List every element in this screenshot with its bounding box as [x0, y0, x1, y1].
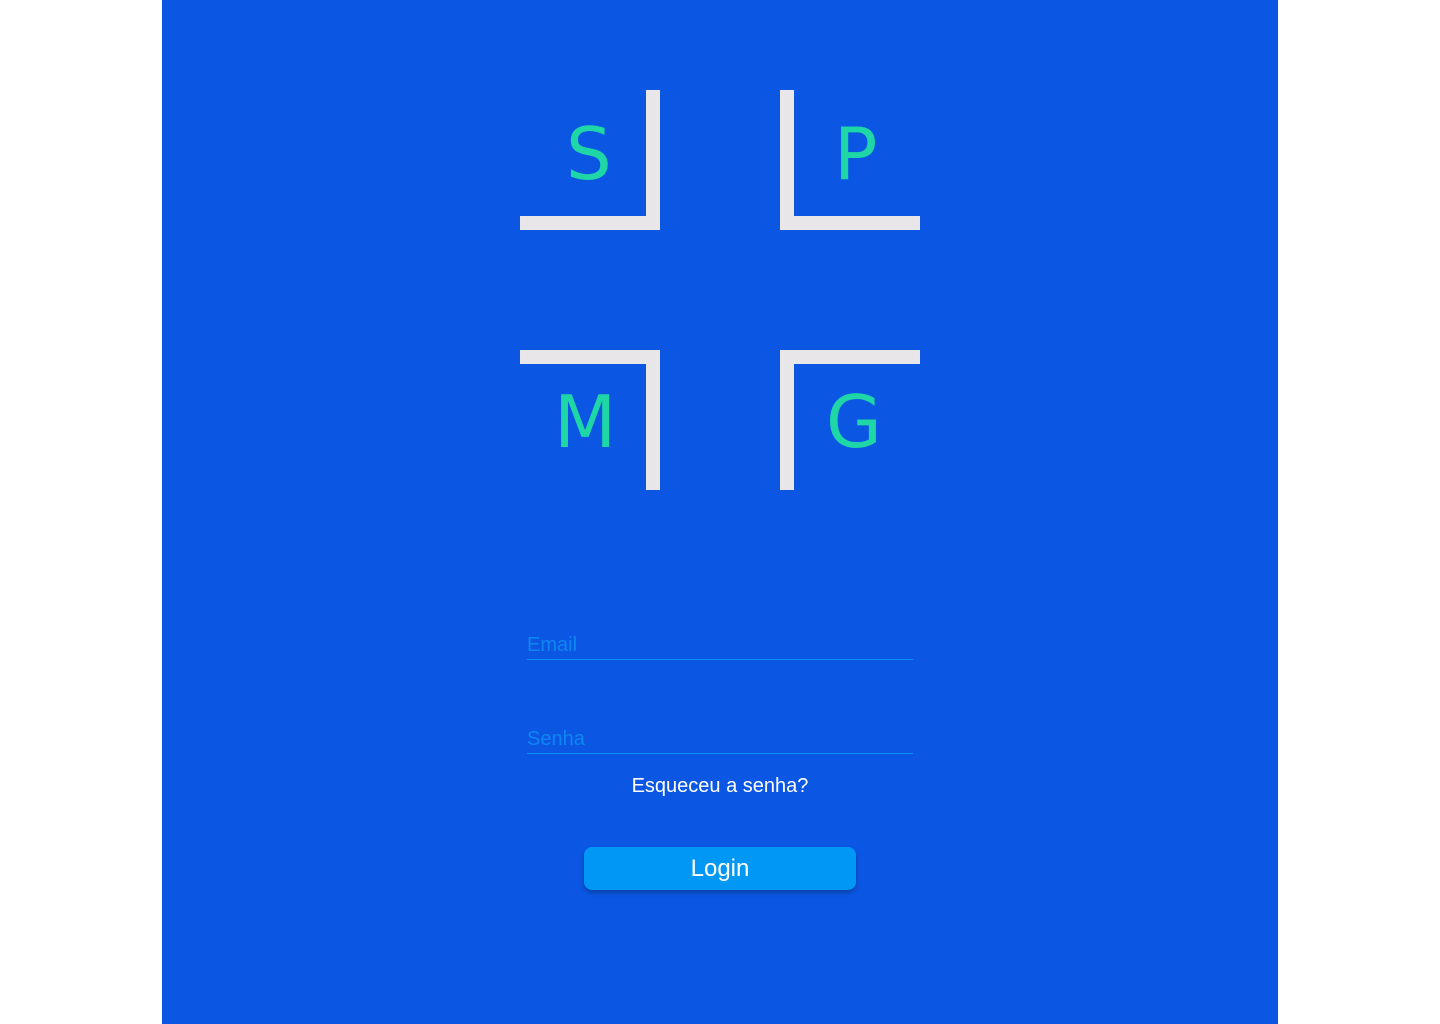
logo-corner-bottom-right: G: [780, 350, 920, 490]
logo-letter-s: S: [566, 112, 612, 196]
forgot-password-link[interactable]: Esqueceu a senha?: [527, 775, 913, 798]
logo-corner-bottom-left: M: [520, 350, 660, 490]
logo-letter-p: P: [834, 112, 878, 196]
logo-letter-g: G: [826, 380, 882, 464]
spmg-logo: S P M G: [520, 90, 920, 490]
password-field[interactable]: [527, 725, 913, 754]
logo-corner-top-left: S: [520, 90, 660, 230]
logo-corner-top-right: P: [780, 90, 920, 230]
login-button[interactable]: Login: [584, 847, 856, 890]
logo-letter-m: M: [554, 380, 617, 464]
email-field[interactable]: [527, 631, 913, 660]
